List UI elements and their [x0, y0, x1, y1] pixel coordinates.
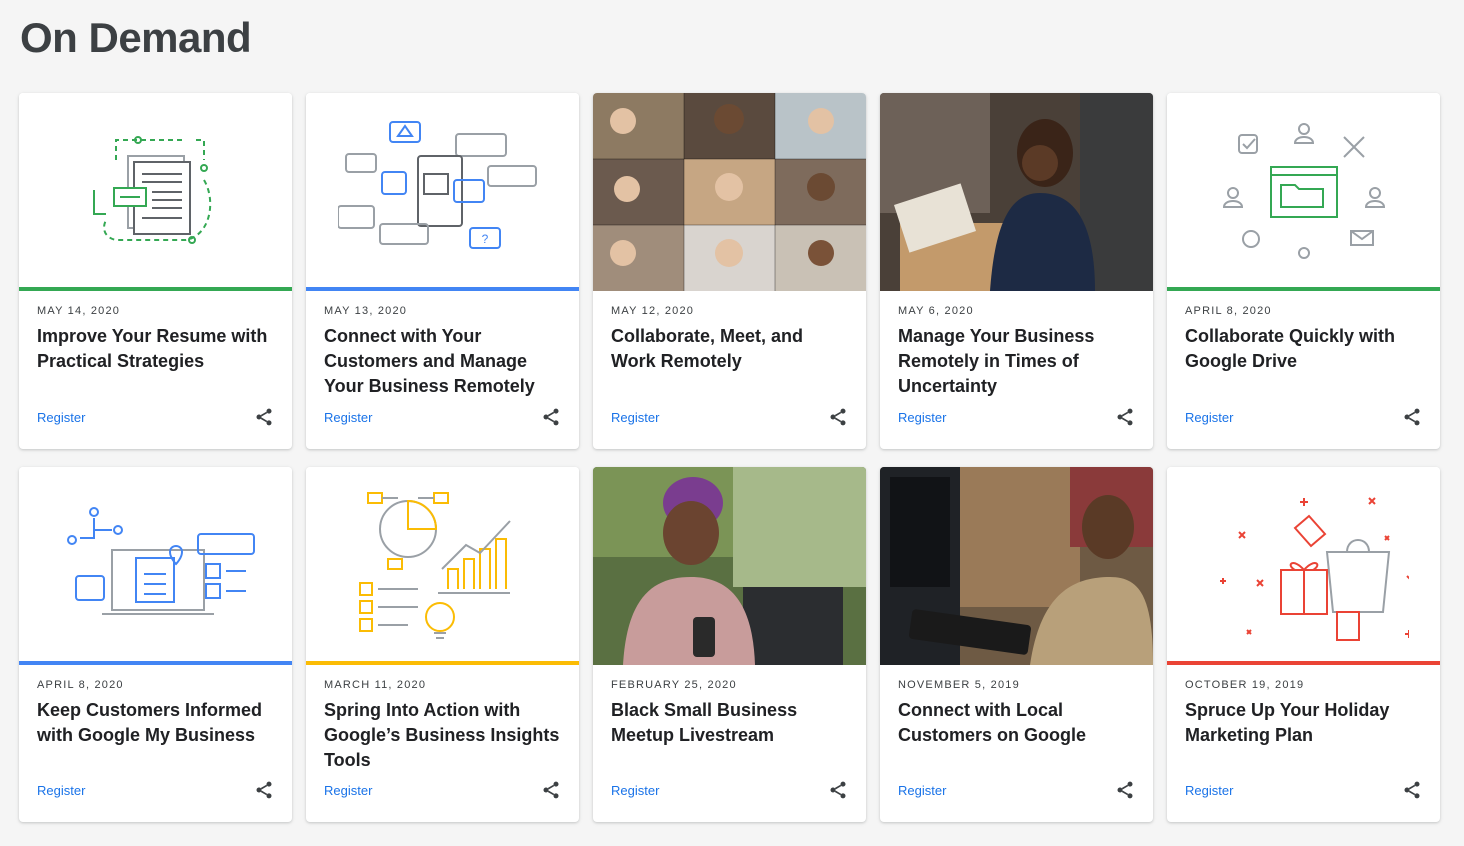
share-icon[interactable] — [254, 407, 274, 427]
share-icon[interactable] — [1402, 780, 1422, 800]
event-card[interactable]: APRIL 8, 2020 Keep Customers Informed wi… — [19, 467, 292, 822]
event-title: Manage Your Business Remotely in Times o… — [898, 326, 1095, 396]
man-computer-photo — [880, 467, 1153, 665]
drive-folder-illustration — [1167, 93, 1440, 291]
woman-laptop-photo — [880, 93, 1153, 291]
event-date: MARCH 11, 2020 — [324, 679, 427, 691]
event-date: MAY 13, 2020 — [324, 305, 408, 317]
share-icon[interactable] — [1115, 407, 1135, 427]
card-grid: MAY 14, 2020 Improve Your Resume with Pr… — [19, 93, 1440, 449]
register-link[interactable]: Register — [898, 410, 946, 425]
register-link[interactable]: Register — [611, 410, 659, 425]
event-date: MAY 12, 2020 — [611, 305, 695, 317]
share-icon[interactable] — [1402, 407, 1422, 427]
woman-smiling-photo — [593, 467, 866, 665]
event-title: Improve Your Resume with Practical Strat… — [37, 326, 268, 371]
share-icon[interactable] — [541, 780, 561, 800]
share-icon[interactable] — [1115, 780, 1135, 800]
event-date: OCTOBER 19, 2019 — [1185, 679, 1305, 691]
event-card[interactable]: MAY 14, 2020 Improve Your Resume with Pr… — [19, 93, 292, 449]
event-date: FEBRUARY 25, 2020 — [611, 679, 737, 691]
event-title: Collaborate, Meet, and Work Remotely — [611, 326, 804, 371]
event-card[interactable]: OCTOBER 19, 2019 Spruce Up Your Holiday … — [1167, 467, 1440, 822]
event-date: NOVEMBER 5, 2019 — [898, 679, 1020, 691]
holiday-shopping-illustration — [1167, 467, 1440, 665]
card-grid-row-2: APRIL 8, 2020 Keep Customers Informed wi… — [19, 467, 1440, 822]
register-link[interactable]: Register — [1185, 783, 1233, 798]
event-card[interactable]: APRIL 8, 2020 Collaborate Quickly with G… — [1167, 93, 1440, 449]
event-card[interactable]: MAY 6, 2020 Manage Your Business Remotel… — [880, 93, 1153, 449]
event-title: Connect with Your Customers and Manage Y… — [324, 326, 535, 396]
event-title: Spring Into Action with Google’s Busines… — [324, 700, 560, 770]
event-card[interactable]: MARCH 11, 2020 Spring Into Action with G… — [306, 467, 579, 822]
event-date: APRIL 8, 2020 — [37, 679, 124, 691]
business-profile-illustration — [19, 467, 292, 665]
share-icon[interactable] — [828, 780, 848, 800]
event-date: APRIL 8, 2020 — [1185, 305, 1272, 317]
event-title: Spruce Up Your Holiday Marketing Plan — [1185, 700, 1390, 745]
page-title: On Demand — [20, 14, 252, 61]
event-card[interactable]: MAY 12, 2020 Collaborate, Meet, and Work… — [593, 93, 866, 449]
event-card[interactable]: FEBRUARY 25, 2020 Black Small Business M… — [593, 467, 866, 822]
register-link[interactable]: Register — [324, 783, 372, 798]
event-card[interactable]: ? MAY 13, 2020 Connect with Your Custome… — [306, 93, 579, 449]
event-title: Black Small Business Meetup Livestream — [611, 700, 798, 745]
video-call-photo — [593, 93, 866, 291]
share-icon[interactable] — [828, 407, 848, 427]
register-link[interactable]: Register — [324, 410, 372, 425]
share-icon[interactable] — [541, 407, 561, 427]
resume-illustration — [19, 93, 292, 291]
register-link[interactable]: Register — [37, 410, 85, 425]
event-date: MAY 6, 2020 — [898, 305, 974, 317]
register-link[interactable]: Register — [1185, 410, 1233, 425]
register-link[interactable]: Register — [611, 783, 659, 798]
event-title: Collaborate Quickly with Google Drive — [1185, 326, 1396, 371]
event-date: MAY 14, 2020 — [37, 305, 121, 317]
register-link[interactable]: Register — [37, 783, 85, 798]
svg-text:?: ? — [481, 232, 488, 246]
insights-illustration — [306, 467, 579, 665]
event-title: Keep Customers Informed with Google My B… — [37, 700, 263, 745]
share-icon[interactable] — [254, 780, 274, 800]
event-title: Connect with Local Customers on Google — [898, 700, 1087, 745]
event-card[interactable]: NOVEMBER 5, 2019 Connect with Local Cust… — [880, 467, 1153, 822]
register-link[interactable]: Register — [898, 783, 946, 798]
customer-chat-illustration: ? — [306, 93, 579, 291]
